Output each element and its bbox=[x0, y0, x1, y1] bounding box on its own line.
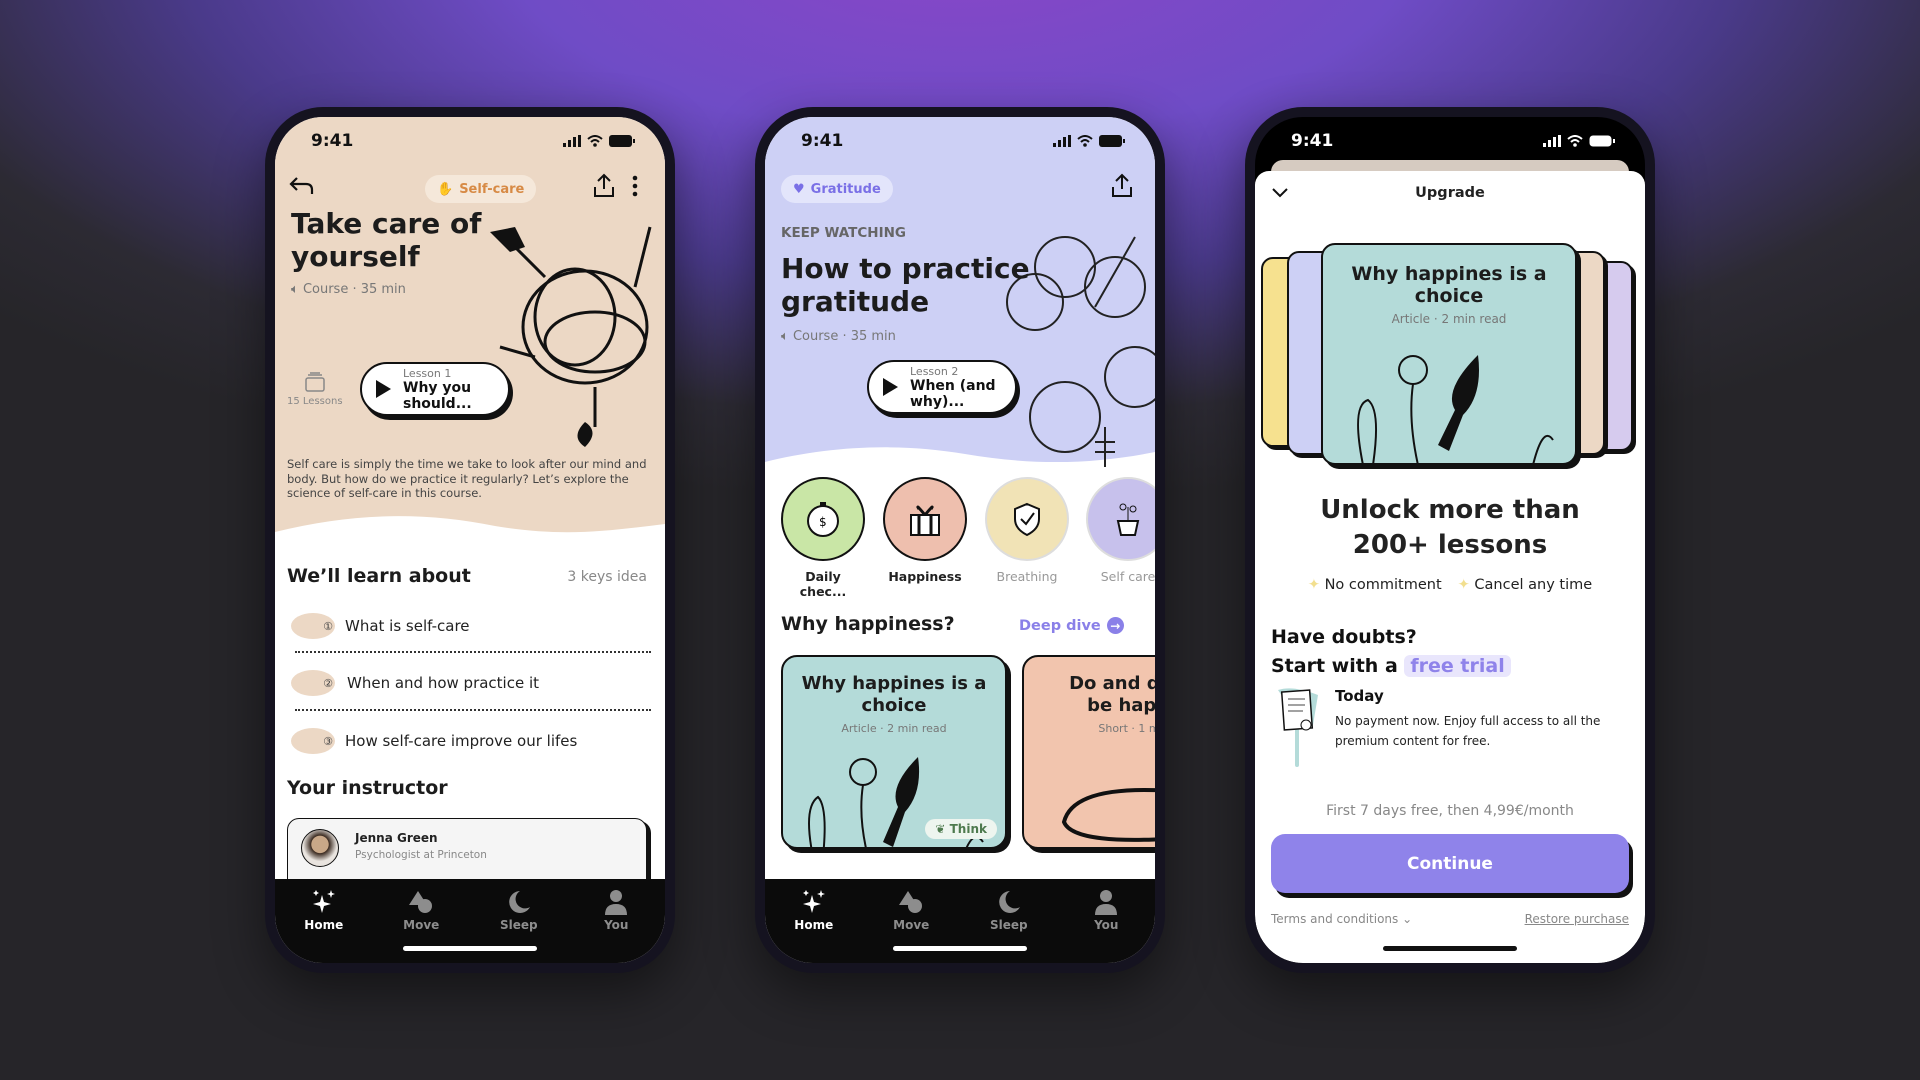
chevron-down-icon: ⌄ bbox=[1402, 912, 1413, 926]
document-lock-illustration bbox=[1278, 688, 1318, 767]
leaf-icon: ❦ bbox=[935, 822, 950, 836]
upgrade-sheet: Upgrade Why happines is a choice Article … bbox=[1255, 171, 1645, 963]
moon-icon bbox=[508, 891, 530, 913]
free-trial-heading: Have doubts? Start with a free trial bbox=[1271, 623, 1511, 681]
gift-icon bbox=[883, 477, 967, 561]
sparkle-icon: ✦ bbox=[1307, 577, 1325, 593]
balloon-brush-illustration bbox=[1357, 355, 1554, 463]
shield-icon bbox=[985, 477, 1069, 561]
status-bar: 9:41 bbox=[765, 117, 1155, 167]
resume-lesson-button[interactable]: Lesson 2 When (and why)... bbox=[867, 360, 1017, 414]
shapes-icon bbox=[899, 891, 923, 913]
category-happiness[interactable]: Happiness bbox=[882, 477, 968, 584]
stack-icon bbox=[305, 372, 325, 392]
tab-you[interactable]: You bbox=[581, 889, 651, 963]
shapes-icon bbox=[409, 891, 433, 913]
divider bbox=[295, 651, 651, 653]
idea-2-icon: ② bbox=[291, 670, 335, 696]
signal-wifi-battery-icons bbox=[1053, 135, 1125, 147]
plant-pot-icon bbox=[1086, 477, 1155, 561]
knot-illustration bbox=[490, 226, 652, 447]
category-self-care[interactable]: Self care bbox=[1085, 477, 1155, 584]
share-icon[interactable] bbox=[593, 173, 615, 199]
hand-icon: ✋ bbox=[437, 181, 454, 197]
resume-lesson-button[interactable]: Lesson 1 Why you should... bbox=[360, 362, 510, 416]
category-chip[interactable]: ✋ Self-care bbox=[425, 175, 537, 203]
tab-move[interactable]: Move bbox=[876, 889, 946, 963]
headline: Unlock more than 200+ lessons bbox=[1320, 495, 1580, 560]
continue-button[interactable]: Continue bbox=[1271, 834, 1629, 893]
home-indicator bbox=[893, 946, 1027, 951]
status-bar: 9:41 bbox=[275, 117, 665, 167]
play-icon bbox=[376, 380, 391, 398]
svg-text:$: $ bbox=[819, 515, 827, 529]
sparkles-icon bbox=[802, 890, 825, 913]
avatar bbox=[301, 829, 339, 867]
speaker-icon: 🔈︎ bbox=[291, 282, 303, 297]
learn-item[interactable]: ③ How self-care improve our lifes bbox=[291, 713, 651, 769]
moon-icon bbox=[998, 891, 1020, 913]
home-indicator bbox=[1383, 946, 1517, 951]
featured-article-card: Why happines is a choice Article · 2 min … bbox=[1321, 243, 1577, 465]
phone-home: 9:41 ♥ Gratitude KEEP WATCHING How to pra… bbox=[755, 107, 1165, 973]
terms-dropdown[interactable]: Terms and conditions ⌄ bbox=[1271, 912, 1412, 926]
more-icon[interactable] bbox=[631, 174, 639, 198]
share-icon[interactable] bbox=[1111, 173, 1133, 199]
sparkles-icon bbox=[312, 890, 335, 913]
arrow-right-icon: → bbox=[1106, 617, 1124, 634]
phone-course-detail: 9:41 ✋ Self-care Take care of yourself 🔈︎ … bbox=[265, 107, 675, 973]
back-icon[interactable] bbox=[289, 175, 315, 197]
tab-move[interactable]: Move bbox=[386, 889, 456, 963]
heart-icon: ♥ bbox=[793, 181, 805, 197]
article-card[interactable]: Do and don't be happyShort · 1 min bbox=[1022, 655, 1155, 849]
article-card[interactable]: Why happines is a choice Article · 2 min … bbox=[781, 655, 1007, 849]
road-illustration bbox=[1061, 788, 1155, 842]
tag-think: ❦ Think bbox=[925, 819, 997, 839]
wave-divider bbox=[275, 516, 665, 552]
restore-purchase-link[interactable]: Restore purchase bbox=[1525, 912, 1629, 926]
phone-upgrade: 9:41 Upgrade Why happines is a choice Art… bbox=[1245, 107, 1655, 973]
category-daily-check[interactable]: $ Daily chec... bbox=[780, 477, 866, 599]
signal-wifi-battery-icons bbox=[563, 135, 635, 147]
deep-dive-link[interactable]: Deep dive → bbox=[1019, 617, 1124, 634]
course-meta: 🔈︎ Course · 35 min bbox=[291, 282, 406, 297]
learn-item[interactable]: ① What is self-care bbox=[291, 598, 651, 654]
tab-home[interactable]: Home bbox=[779, 889, 849, 963]
signal-wifi-battery-icons bbox=[1543, 135, 1615, 147]
tab-sleep[interactable]: Sleep bbox=[484, 889, 554, 963]
tab-you[interactable]: You bbox=[1071, 889, 1141, 963]
benefits: ✦ No commitment ✦ Cancel any time bbox=[1307, 577, 1593, 593]
divider bbox=[295, 709, 651, 711]
stopwatch-icon: $ bbox=[781, 477, 865, 561]
tab-sleep[interactable]: Sleep bbox=[974, 889, 1044, 963]
person-icon bbox=[1095, 890, 1118, 915]
idea-3-icon: ③ bbox=[291, 728, 335, 754]
play-icon bbox=[883, 378, 898, 396]
person-icon bbox=[605, 890, 628, 915]
sparkle-icon: ✦ bbox=[1457, 577, 1475, 593]
idea-1-icon: ① bbox=[291, 613, 335, 639]
home-indicator bbox=[403, 946, 537, 951]
category-chip[interactable]: ♥ Gratitude bbox=[781, 175, 893, 203]
category-breathing[interactable]: Breathing bbox=[984, 477, 1070, 584]
course-meta: 🔈︎ Course · 35 min bbox=[781, 329, 896, 344]
speaker-icon: 🔈︎ bbox=[781, 329, 793, 344]
tab-home[interactable]: Home bbox=[289, 889, 359, 963]
learn-item[interactable]: ② When and how practice it bbox=[291, 655, 651, 711]
